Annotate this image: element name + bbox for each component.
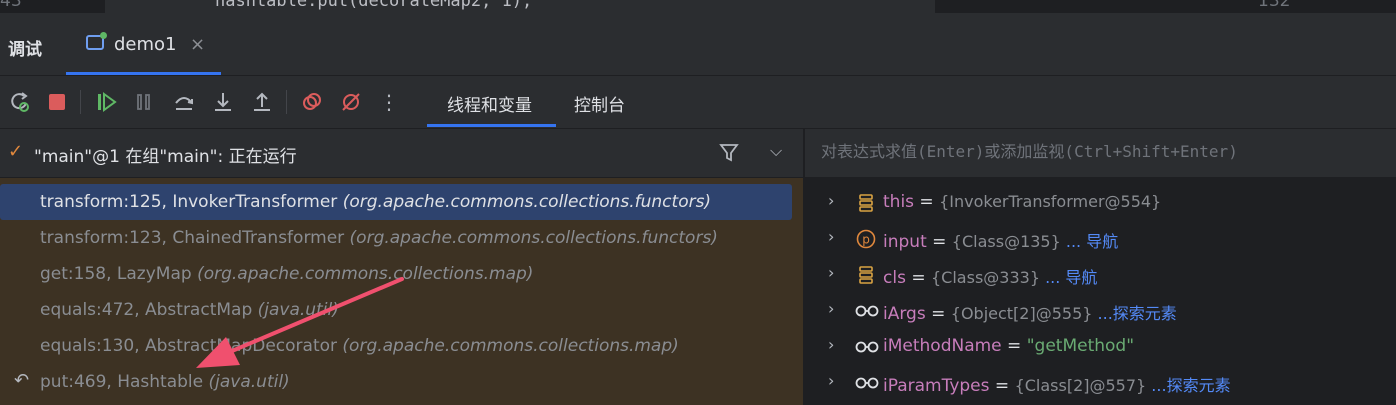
close-icon[interactable]: × xyxy=(190,34,205,55)
variable-equals: = xyxy=(989,376,1015,396)
chevron-down-icon[interactable]: ⌵ xyxy=(770,141,782,161)
frame-package: (org.apache.commons.collections.map) xyxy=(342,336,679,356)
frame-method: put:469, Hashtable xyxy=(40,372,204,392)
tab-threads-variables[interactable]: 线程和变量 xyxy=(447,91,532,116)
variable-name: iMethodName xyxy=(883,336,1002,356)
parameter-icon: p xyxy=(855,228,877,250)
editor-code-line: hashtable.put(decorateMap2, 1); xyxy=(105,0,935,13)
frame-row[interactable]: equals:472, AbstractMap (java.util) xyxy=(0,292,803,328)
frame-method: get:158, LazyMap xyxy=(40,264,192,284)
variable-equals: = xyxy=(914,192,940,212)
variable-name: iArgs xyxy=(883,304,926,324)
variable-equals: = xyxy=(925,304,951,324)
variable-equals: = xyxy=(1001,336,1027,356)
app-window-icon xyxy=(86,32,107,50)
watch-icon xyxy=(855,336,879,358)
editor-right-number: 132 xyxy=(1258,0,1291,11)
variable-equals: = xyxy=(926,232,952,252)
stop-icon[interactable] xyxy=(44,89,70,115)
running-dot-icon xyxy=(100,32,107,39)
frame-row[interactable]: get:158, LazyMap (org.apache.commons.col… xyxy=(0,256,803,292)
debug-tool-window-header: 调试 demo1 × xyxy=(0,13,1396,76)
frame-row[interactable]: transform:123, ChainedTransformer (org.a… xyxy=(0,220,803,256)
session-tab-underline xyxy=(66,72,221,75)
variable-equals: = xyxy=(905,268,931,288)
frame-row[interactable]: ↶ put:469, Hashtable (java.util) xyxy=(0,364,803,400)
tab-console[interactable]: 控制台 xyxy=(574,91,625,116)
debug-toolbar: ⋮ 线程和变量 控制台 xyxy=(0,76,1396,129)
navigate-link[interactable]: ... 导航 xyxy=(1061,232,1118,251)
frame-package: (java.util) xyxy=(257,300,339,320)
explore-elements-link[interactable]: ...探索元素 xyxy=(1092,304,1177,323)
variable-value: {Class@333} xyxy=(931,268,1040,287)
field-icon xyxy=(855,192,877,214)
editor-line-number: 43 xyxy=(0,0,22,11)
variable-row[interactable]: › iArgs = {Object[2]@555} ...探索元素 xyxy=(805,292,1396,328)
mute-breakpoints-icon[interactable] xyxy=(338,89,364,115)
variable-value: {Object[2]@555} xyxy=(950,304,1093,323)
frame-method: equals:130, AbstractMapDecorator xyxy=(40,336,338,356)
chevron-right-icon[interactable]: › xyxy=(828,299,834,318)
watch-icon xyxy=(855,372,879,394)
filter-icon[interactable] xyxy=(718,141,740,168)
frame-package: (org.apache.commons.collections.functors… xyxy=(342,192,712,212)
active-tab-underline xyxy=(427,124,556,127)
step-into-icon[interactable] xyxy=(210,89,236,115)
variable-row[interactable]: › this = {InvokerTransformer@554} xyxy=(805,184,1396,220)
evaluate-bar xyxy=(805,129,1396,178)
chevron-right-icon[interactable]: › xyxy=(828,371,834,390)
variable-row[interactable]: › iMethodName = "getMethod" xyxy=(805,328,1396,364)
variable-value: "getMethod" xyxy=(1026,336,1135,356)
toolbar-separator xyxy=(80,90,81,114)
chevron-right-icon[interactable]: › xyxy=(828,263,834,282)
variable-value: {Class@135} xyxy=(951,232,1061,251)
frame-package: (org.apache.commons.collections.map) xyxy=(197,264,534,284)
variable-name: cls xyxy=(883,268,906,288)
frame-row[interactable]: equals:130, AbstractMapDecorator (org.ap… xyxy=(0,328,803,364)
thread-selector[interactable]: ✓ "main"@1 在组"main": 正在运行 ⌵ xyxy=(0,129,803,178)
frame-row[interactable]: transform:125, InvokerTransformer (org.a… xyxy=(0,184,803,220)
tool-window-title: 调试 xyxy=(8,40,42,60)
return-arrow-icon: ↶ xyxy=(14,370,30,391)
more-icon[interactable]: ⋮ xyxy=(376,89,402,115)
step-over-icon[interactable] xyxy=(171,89,197,115)
toolbar-separator xyxy=(286,90,287,114)
chevron-right-icon[interactable]: › xyxy=(828,335,834,354)
step-out-icon[interactable] xyxy=(249,89,275,115)
variables-panel: › this = {InvokerTransformer@554} › p in… xyxy=(805,129,1396,405)
watch-icon xyxy=(855,300,879,322)
frame-method: transform:123, ChainedTransformer xyxy=(40,228,345,248)
session-tab-label: demo1 xyxy=(114,34,177,55)
variable-name: this xyxy=(883,192,915,212)
rerun-icon[interactable] xyxy=(7,89,33,115)
variable-value: {InvokerTransformer@554} xyxy=(939,192,1162,211)
variable-name: iParamTypes xyxy=(883,376,990,396)
explore-elements-link[interactable]: ...探索元素 xyxy=(1146,376,1230,395)
check-icon: ✓ xyxy=(8,141,24,162)
frame-method: transform:125, InvokerTransformer xyxy=(40,192,338,212)
navigate-link[interactable]: ... 导航 xyxy=(1040,268,1097,287)
thread-label: "main"@1 在组"main": 正在运行 xyxy=(34,147,297,167)
editor-code-text: hashtable.put(decorateMap2, 1); xyxy=(215,0,533,11)
pause-icon[interactable] xyxy=(131,89,157,115)
resume-icon[interactable] xyxy=(93,89,119,115)
variable-value: {Class[2]@557} xyxy=(1014,376,1147,395)
chevron-right-icon[interactable]: › xyxy=(828,227,834,246)
svg-text:p: p xyxy=(862,233,870,247)
variable-row[interactable]: › p input = {Class@135} ... 导航 xyxy=(805,220,1396,256)
variable-name: input xyxy=(883,232,927,252)
frame-package: (org.apache.commons.collections.functors… xyxy=(349,228,718,248)
evaluate-expression-input[interactable] xyxy=(821,142,1381,161)
variable-row[interactable]: › cls = {Class@333} ... 导航 xyxy=(805,256,1396,292)
session-tab-demo1[interactable]: demo1 × xyxy=(66,13,221,75)
view-breakpoints-icon[interactable] xyxy=(299,89,325,115)
field-icon xyxy=(855,264,877,286)
frame-method: equals:472, AbstractMap xyxy=(40,300,253,320)
frame-package: (java.util) xyxy=(208,372,290,392)
chevron-right-icon[interactable]: › xyxy=(828,191,834,210)
variable-row[interactable]: › iParamTypes = {Class[2]@557} ...探索元素 xyxy=(805,364,1396,400)
editor-strip: 43 hashtable.put(decorateMap2, 1); 132 xyxy=(0,0,1396,13)
frames-panel: ✓ "main"@1 在组"main": 正在运行 ⌵ transform:12… xyxy=(0,129,803,405)
